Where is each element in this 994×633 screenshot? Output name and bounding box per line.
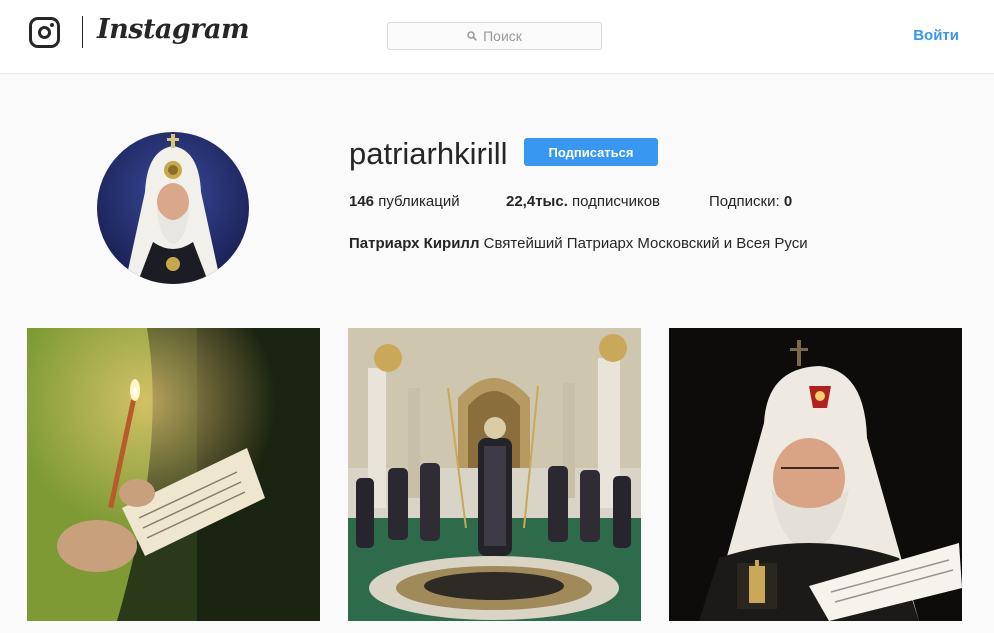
bio-full-name: Патриарх Кирилл (349, 235, 480, 252)
post-thumbnail-3[interactable] (669, 328, 962, 621)
instagram-logo[interactable]: Instagram (97, 14, 250, 45)
post-thumbnail-1[interactable] (27, 328, 320, 621)
posts-count: 146 публикаций (349, 193, 460, 210)
following-count[interactable]: Подписки: 0 (709, 193, 792, 210)
cathedral-service-photo (348, 328, 641, 621)
avatar[interactable] (97, 132, 249, 284)
login-button[interactable]: Войти (913, 27, 959, 44)
followers-count[interactable]: 22,4тыс. подписчиков (506, 193, 660, 210)
top-navigation-bar: Instagram Поиск Войти (0, 0, 994, 74)
search-input[interactable]: Поиск (387, 22, 602, 50)
profile-username: patriarhkirill (349, 136, 508, 171)
instagram-camera-icon[interactable] (29, 17, 60, 48)
profile-bio: Патриарх Кирилл Святейший Патриарх Моско… (349, 235, 808, 252)
patriarch-reading-photo (669, 328, 962, 621)
header-divider (82, 16, 83, 48)
follow-button[interactable]: Подписаться (524, 138, 658, 166)
post-thumbnail-2[interactable] (348, 328, 641, 621)
candle-prayer-photo (27, 328, 320, 621)
search-placeholder: Поиск (483, 28, 522, 44)
bio-text: Святейший Патриарх Московский и Всея Рус… (483, 235, 808, 252)
search-icon (467, 31, 477, 41)
